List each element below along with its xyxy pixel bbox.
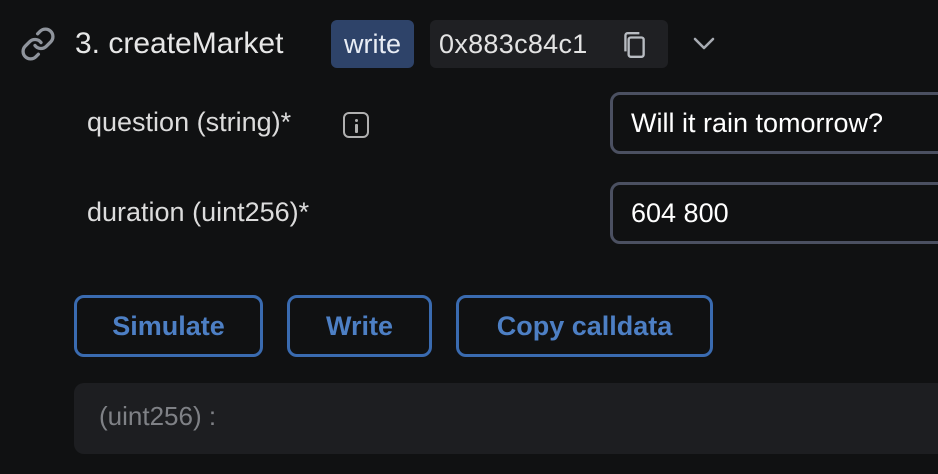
contract-address: 0x883c84c1 (439, 28, 588, 59)
chevron-down-icon[interactable] (690, 32, 718, 56)
result-output: (uint256) : (74, 383, 938, 454)
write-badge: write (331, 20, 414, 68)
link-icon[interactable] (20, 26, 56, 62)
duration-input[interactable]: 604 800 (610, 182, 938, 244)
simulate-button[interactable]: Simulate (74, 295, 263, 357)
contract-address-box: 0x883c84c1 (430, 20, 668, 68)
copy-icon[interactable] (621, 30, 647, 60)
question-input[interactable]: Will it rain tomorrow? (610, 92, 938, 154)
function-title: 3. createMarket (75, 27, 284, 60)
copy-calldata-button[interactable]: Copy calldata (456, 295, 713, 357)
result-type-label: (uint256) : (99, 401, 217, 431)
function-panel: 3. createMarket write 0x883c84c1 questio… (0, 0, 938, 474)
write-button[interactable]: Write (287, 295, 432, 357)
info-icon[interactable] (343, 112, 369, 138)
param-label-question: question (string)* (87, 107, 292, 137)
param-label-duration: duration (uint256)* (87, 197, 310, 227)
